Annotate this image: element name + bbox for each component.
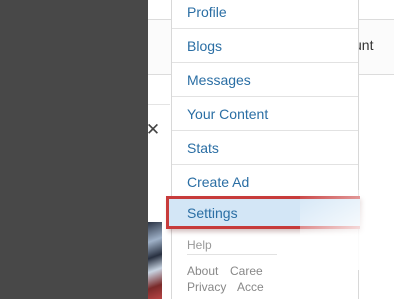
footer-link-privacy[interactable]: Privacy (187, 280, 226, 294)
left-panel (0, 0, 148, 299)
footer-link-accessibility[interactable]: Acce (237, 280, 264, 294)
menu-item-stats[interactable]: Stats (172, 132, 358, 165)
menu-item-profile[interactable]: Profile (172, 0, 358, 29)
footer-link-about[interactable]: About (187, 264, 218, 278)
menu-item-blogs[interactable]: Blogs (172, 30, 358, 63)
close-icon[interactable]: ✕ (145, 121, 161, 139)
highlight-glow (300, 190, 394, 270)
footer-link-careers[interactable]: Caree (230, 264, 263, 278)
help-link[interactable]: Help (187, 238, 212, 252)
ad-thumbnail-image[interactable] (148, 222, 162, 299)
menu-item-your-content[interactable]: Your Content (172, 98, 358, 131)
footer-divider (187, 254, 277, 255)
menu-item-messages[interactable]: Messages (172, 64, 358, 97)
